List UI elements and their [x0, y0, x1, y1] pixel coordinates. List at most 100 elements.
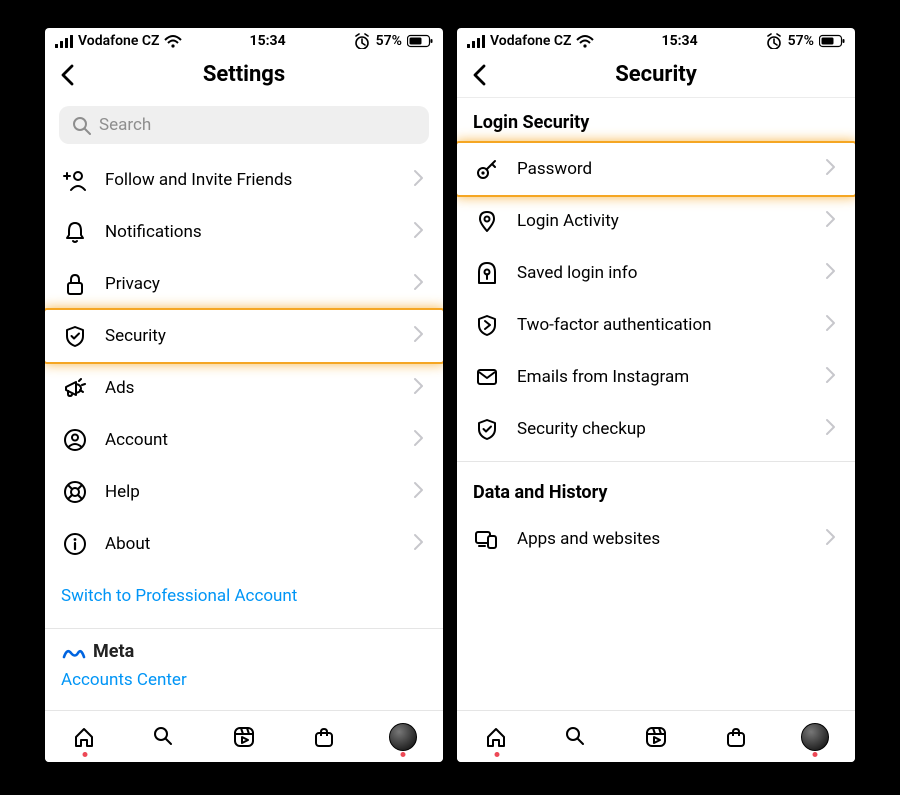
section-data-history: Data and History	[457, 468, 855, 513]
clock: 15:34	[662, 33, 698, 49]
bell-icon	[61, 218, 89, 246]
row-label: Two-factor authentication	[517, 315, 805, 335]
row-follow-invite[interactable]: Follow and Invite Friends	[45, 154, 443, 206]
chevron-right-icon	[821, 313, 839, 337]
phone-security: Vodafone CZ 15:34 57% Security Login Sec…	[457, 28, 855, 762]
tab-shop[interactable]	[304, 717, 344, 757]
chevron-right-icon	[409, 376, 427, 400]
search-input[interactable]: Search	[59, 106, 429, 144]
row-help[interactable]: Help	[45, 466, 443, 518]
battery-icon	[407, 33, 433, 49]
tab-search[interactable]	[144, 717, 184, 757]
row-apps-websites[interactable]: Apps and websites	[457, 513, 855, 565]
row-about[interactable]: About	[45, 518, 443, 570]
phone-settings: Vodafone CZ 15:34 57% Settings Search	[45, 28, 443, 762]
carrier-label: Vodafone CZ	[78, 33, 159, 49]
signal-icon	[55, 34, 73, 48]
lifebuoy-icon	[61, 478, 89, 506]
row-label: Emails from Instagram	[517, 367, 805, 387]
tab-reels[interactable]	[636, 717, 676, 757]
row-privacy[interactable]: Privacy	[45, 258, 443, 310]
shop-icon	[312, 725, 336, 749]
search-icon	[564, 725, 588, 749]
tab-home[interactable]	[477, 717, 517, 757]
chevron-right-icon	[821, 365, 839, 389]
avatar	[389, 723, 417, 751]
row-label: Notifications	[105, 222, 393, 242]
megaphone-icon	[61, 374, 89, 402]
divider	[45, 628, 443, 629]
battery-icon	[819, 33, 845, 49]
row-label: Account	[105, 430, 393, 450]
lock-icon	[61, 270, 89, 298]
back-button[interactable]	[463, 58, 497, 92]
keyhole-icon	[473, 259, 501, 287]
row-account[interactable]: Account	[45, 414, 443, 466]
row-saved-login[interactable]: Saved login info	[457, 247, 855, 299]
meta-label: Meta	[93, 641, 134, 662]
tab-shop[interactable]	[716, 717, 756, 757]
shop-icon	[724, 725, 748, 749]
avatar	[801, 723, 829, 751]
row-security-checkup[interactable]: Security checkup	[457, 403, 855, 455]
tab-reels[interactable]	[224, 717, 264, 757]
accounts-center-link[interactable]: Accounts Center	[61, 662, 427, 690]
switch-professional-link[interactable]: Switch to Professional Account	[45, 570, 443, 622]
home-icon	[72, 725, 98, 749]
search-placeholder: Search	[99, 115, 151, 135]
chevron-right-icon	[409, 168, 427, 192]
tab-profile[interactable]	[795, 717, 835, 757]
row-notifications[interactable]: Notifications	[45, 206, 443, 258]
chevron-right-icon	[821, 417, 839, 441]
row-password[interactable]: Password	[457, 143, 855, 195]
row-label: Privacy	[105, 274, 393, 294]
wifi-icon	[576, 34, 594, 48]
row-label: Help	[105, 482, 393, 502]
row-label: Login Activity	[517, 211, 805, 231]
shield-icon	[61, 322, 89, 350]
reels-icon	[644, 725, 668, 749]
row-login-activity[interactable]: Login Activity	[457, 195, 855, 247]
row-label: Security	[105, 326, 393, 346]
row-label: About	[105, 534, 393, 554]
row-emails-instagram[interactable]: Emails from Instagram	[457, 351, 855, 403]
row-ads[interactable]: Ads	[45, 362, 443, 414]
chevron-right-icon	[409, 532, 427, 556]
wifi-icon	[164, 34, 182, 48]
chevron-right-icon	[821, 261, 839, 285]
status-bar: Vodafone CZ 15:34 57%	[457, 28, 855, 52]
meta-logo: Meta	[61, 641, 427, 662]
tab-profile[interactable]	[383, 717, 423, 757]
row-label: Password	[517, 159, 805, 179]
tab-home[interactable]	[65, 717, 105, 757]
signal-icon	[467, 34, 485, 48]
notification-dot	[494, 752, 499, 757]
search-icon	[71, 115, 91, 135]
chevron-right-icon	[409, 272, 427, 296]
status-bar: Vodafone CZ 15:34 57%	[45, 28, 443, 52]
info-icon	[61, 530, 89, 558]
back-button[interactable]	[51, 58, 85, 92]
pin-icon	[473, 207, 501, 235]
clock: 15:34	[250, 33, 286, 49]
row-two-factor[interactable]: Two-factor authentication	[457, 299, 855, 351]
chevron-right-icon	[409, 480, 427, 504]
carrier-label: Vodafone CZ	[490, 33, 571, 49]
shield-check-icon	[473, 415, 501, 443]
chevron-right-icon	[409, 324, 427, 348]
row-label: Saved login info	[517, 263, 805, 283]
alarm-icon	[765, 33, 783, 49]
meta-icon	[61, 643, 87, 661]
notification-dot	[401, 752, 406, 757]
person-icon	[61, 426, 89, 454]
notification-dot	[82, 752, 87, 757]
home-icon	[484, 725, 510, 749]
chevron-right-icon	[821, 527, 839, 551]
chevron-right-icon	[821, 209, 839, 233]
tab-search[interactable]	[556, 717, 596, 757]
row-security[interactable]: Security	[45, 310, 443, 362]
tab-bar	[45, 710, 443, 762]
row-label: Security checkup	[517, 419, 805, 439]
section-login-security: Login Security	[457, 98, 855, 143]
page-title: Settings	[203, 62, 285, 87]
